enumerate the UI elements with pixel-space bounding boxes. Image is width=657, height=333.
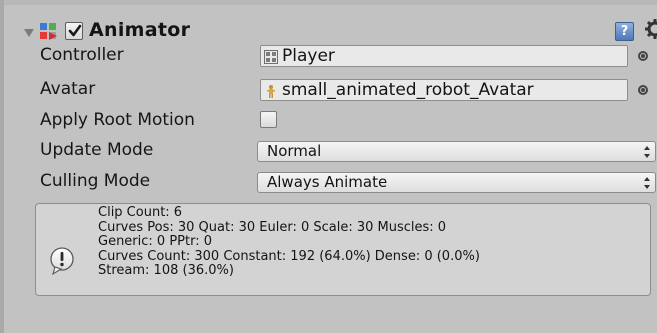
checkmark-icon [68, 24, 82, 37]
panel-left-edge [0, 0, 4, 333]
controller-field[interactable]: Player [260, 45, 628, 67]
dropdown-arrows-icon [644, 145, 650, 159]
update-mode-value: Normal [267, 142, 322, 160]
component-enabled-checkbox[interactable] [65, 22, 83, 40]
avatar-figure-icon [264, 83, 278, 98]
help-book-icon[interactable]: ? [615, 22, 634, 41]
triangle-down-icon[interactable] [24, 29, 34, 37]
avatar-field[interactable]: small_animated_robot_Avatar [260, 79, 628, 101]
object-picker-icon[interactable] [638, 85, 648, 95]
component-header[interactable]: Animator ? [4, 8, 657, 44]
culling-mode-value: Always Animate [267, 173, 388, 191]
animator-icon [39, 22, 59, 42]
info-line: Curves Pos: 30 Quat: 30 Euler: 0 Scale: … [98, 219, 447, 235]
animator-info-box: Clip Count: 6 Curves Pos: 30 Quat: 30 Eu… [35, 203, 651, 296]
dropdown-arrows-icon [644, 176, 650, 190]
gear-icon[interactable] [644, 18, 657, 42]
update-mode-dropdown[interactable]: Normal [257, 141, 656, 162]
avatar-value: small_animated_robot_Avatar [282, 80, 534, 100]
update-mode-label: Update Mode [40, 140, 154, 160]
avatar-label: Avatar [40, 79, 96, 99]
component-title: Animator [89, 19, 191, 41]
info-line: Curves Count: 300 Constant: 192 (64.0%) … [98, 248, 480, 264]
animator-controller-icon [264, 49, 278, 64]
object-picker-icon[interactable] [638, 51, 648, 61]
culling-mode-label: Culling Mode [40, 171, 151, 191]
info-line: Stream: 108 (36.0%) [98, 263, 234, 279]
info-text: Clip Count: 6 Curves Pos: 30 Quat: 30 Eu… [98, 205, 480, 279]
info-line: Clip Count: 6 [98, 205, 183, 220]
controller-label: Controller [40, 45, 124, 65]
inspector-panel: Animator ? Controller Player Avatar smal… [0, 0, 657, 333]
info-line: Generic: 0 PPtr: 0 [98, 234, 213, 250]
culling-mode-dropdown[interactable]: Always Animate [257, 172, 656, 193]
info-exclamation-icon [49, 247, 77, 276]
apply-root-motion-checkbox[interactable] [260, 111, 277, 128]
apply-root-motion-label: Apply Root Motion [40, 110, 195, 130]
panel-top-edge [0, 0, 657, 5]
controller-value: Player [282, 46, 335, 66]
